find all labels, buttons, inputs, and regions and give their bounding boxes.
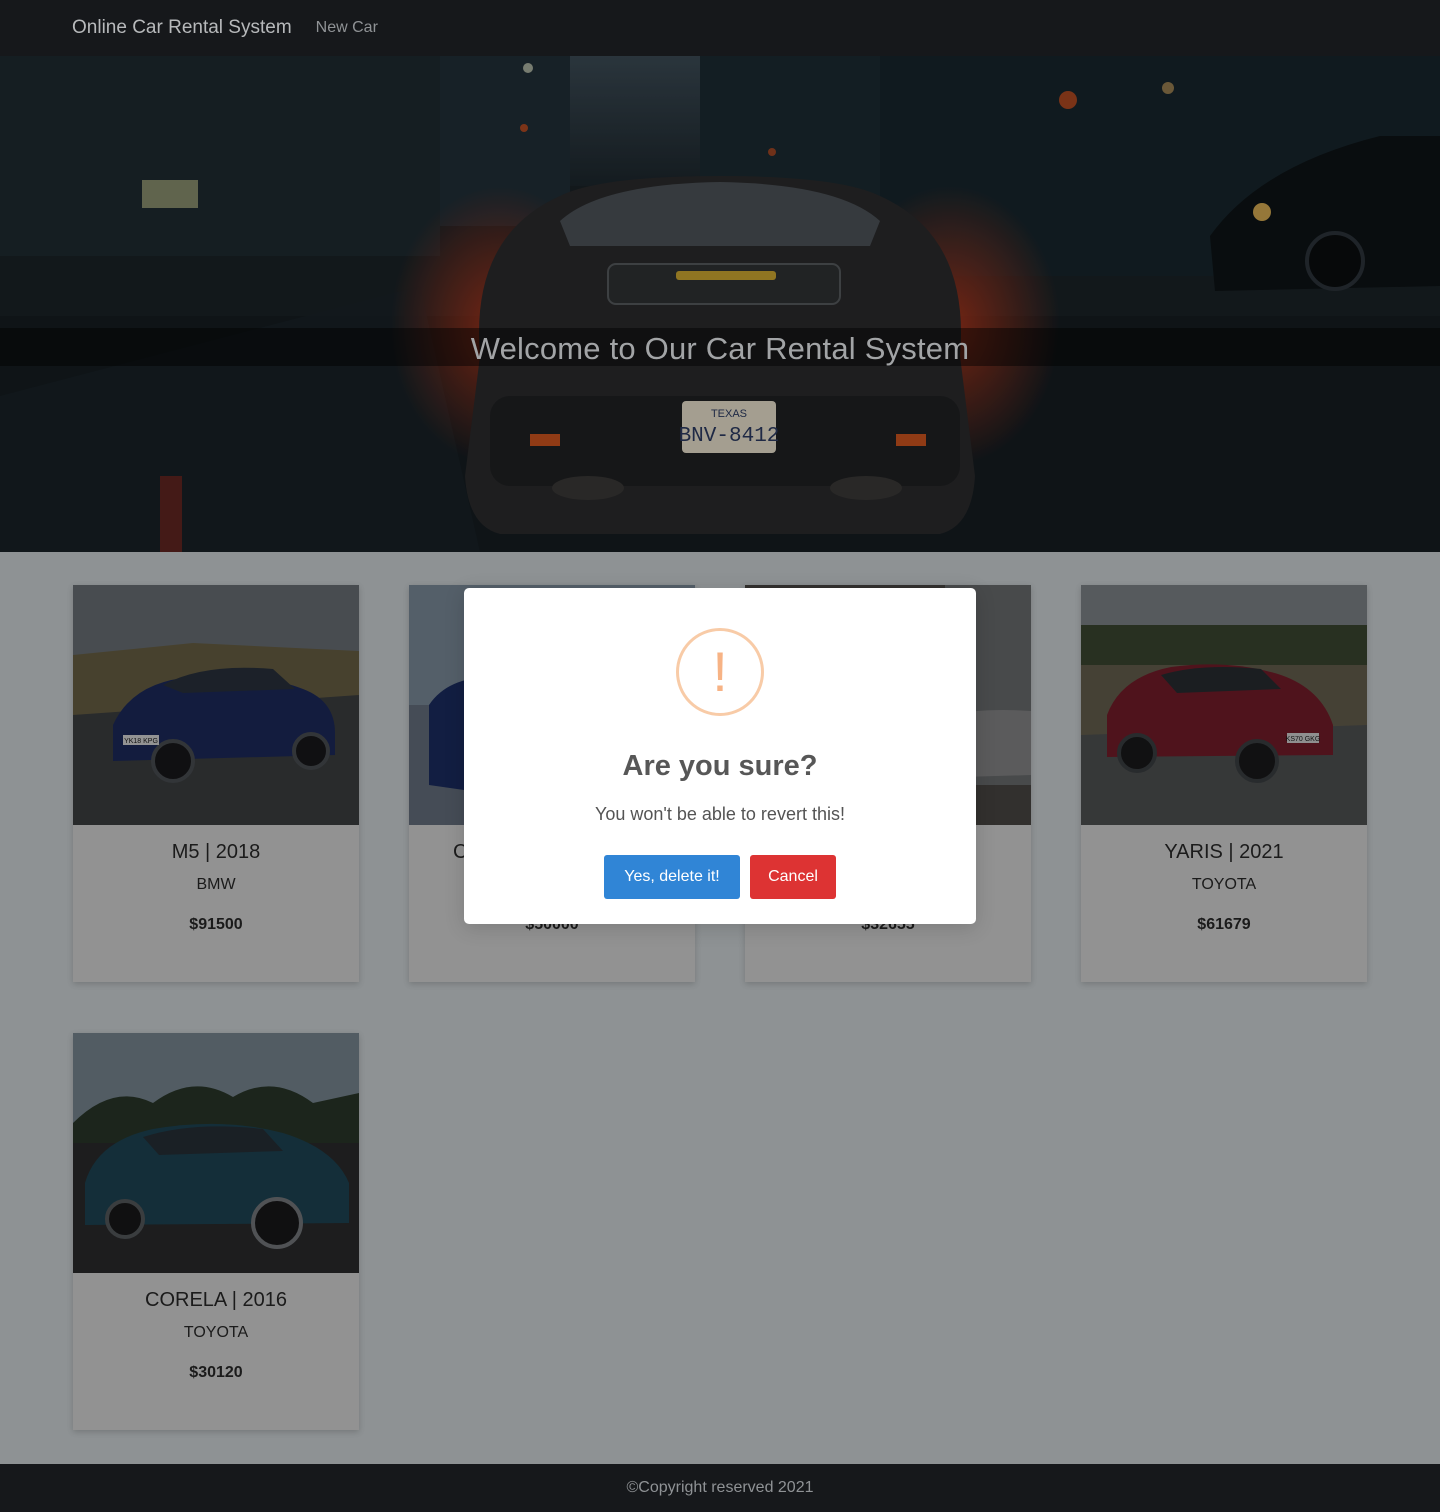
car-price: $30120 bbox=[189, 1364, 243, 1381]
confirm-delete-button[interactable]: Yes, delete it! bbox=[604, 855, 740, 899]
car-card-corela[interactable]: CORELA | 2016 TOYOTA $30120 bbox=[73, 1033, 359, 1430]
car-photo bbox=[73, 1033, 359, 1273]
car-brand: TOYOTA bbox=[183, 1324, 249, 1341]
navbar: Online Car Rental System New Car bbox=[0, 0, 1440, 56]
car-brand: BMW bbox=[196, 876, 236, 893]
car-card-m5[interactable]: YK18 KPG M5 | 2018 BMW $91500 bbox=[73, 585, 359, 982]
nav-link-new-car[interactable]: New Car bbox=[316, 19, 378, 37]
footer: ©Copyright reserved 2021 bbox=[0, 1464, 1440, 1512]
car-photo: YK18 KPG bbox=[73, 585, 359, 825]
car-price: $61679 bbox=[1197, 916, 1251, 933]
dialog-title: Are you sure? bbox=[622, 750, 818, 782]
warning-icon: ! bbox=[676, 628, 764, 716]
dialog-message: You won't be able to revert this! bbox=[595, 804, 845, 824]
car-title: YARIS | 2021 bbox=[1164, 841, 1284, 863]
cancel-button[interactable]: Cancel bbox=[750, 855, 836, 899]
car-title: M5 | 2018 bbox=[171, 841, 261, 863]
car-photo: KS70 GKG bbox=[1081, 585, 1367, 825]
confirm-delete-dialog: ! Are you sure? You won't be able to rev… bbox=[464, 588, 976, 924]
navbar-brand[interactable]: Online Car Rental System bbox=[72, 17, 292, 39]
hero-banner: TEXAS BNV-8412 Welcome to Our Car Rental… bbox=[0, 56, 1440, 552]
car-brand: TOYOTA bbox=[1191, 876, 1257, 893]
car-title: CORELA | 2016 bbox=[145, 1289, 287, 1311]
car-price: $91500 bbox=[189, 916, 243, 933]
hero-image: TEXAS BNV-8412 bbox=[0, 56, 1440, 552]
car-card-yaris[interactable]: KS70 GKG YARIS | 2021 TOYOTA $61679 bbox=[1081, 585, 1367, 982]
hero-title: Welcome to Our Car Rental System bbox=[470, 331, 970, 366]
